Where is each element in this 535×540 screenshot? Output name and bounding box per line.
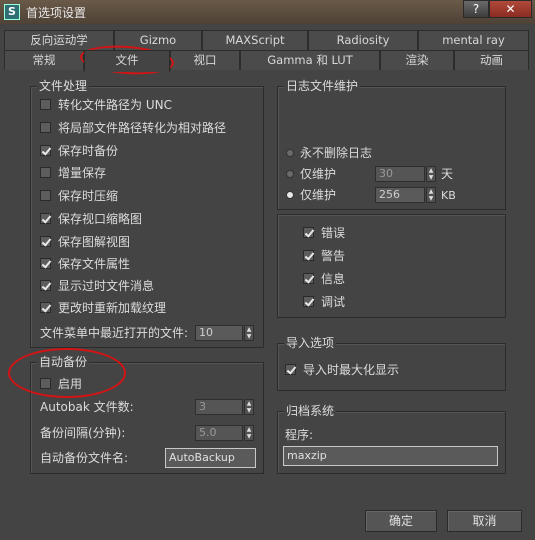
checkbox[interactable] bbox=[40, 99, 51, 110]
tab-radiosity[interactable]: Radiosity bbox=[308, 30, 418, 50]
spinner-arrows-icon[interactable]: ▲ ▼ bbox=[244, 325, 254, 341]
archive-program-label: 程序: bbox=[285, 428, 314, 442]
checkbox[interactable] bbox=[40, 213, 51, 224]
close-button[interactable]: ✕ bbox=[489, 0, 532, 18]
help-button[interactable]: ? bbox=[463, 0, 489, 18]
option-backup-on-save[interactable]: 保存时备份 bbox=[40, 144, 118, 158]
option-save-thumbnail[interactable]: 保存视口缩略图 bbox=[40, 212, 142, 226]
auto-backup-enable[interactable]: 启用 bbox=[40, 377, 82, 391]
checkbox[interactable] bbox=[40, 190, 51, 201]
checkbox[interactable] bbox=[40, 145, 51, 156]
recent-files-label: 文件菜单中最近打开的文件: bbox=[40, 326, 189, 340]
archive-program-field[interactable]: maxzip bbox=[283, 446, 498, 466]
auto-backup-title: 自动备份 bbox=[37, 355, 90, 369]
checkbox[interactable] bbox=[40, 236, 51, 247]
import-options-title: 导入选项 bbox=[284, 336, 337, 350]
log-keep-kb[interactable]: 仅维护 bbox=[286, 188, 336, 202]
import-maximize[interactable]: 导入时最大化显示 bbox=[285, 363, 399, 377]
recent-files-spinner[interactable]: 10 bbox=[195, 325, 243, 341]
option-reload-textures[interactable]: 更改时重新加载纹理 bbox=[40, 301, 166, 315]
backup-filename-label: 自动备份文件名: bbox=[40, 451, 129, 465]
log-type-info[interactable]: 信息 bbox=[303, 272, 345, 286]
checkbox[interactable] bbox=[40, 258, 51, 269]
log-type-warnings[interactable]: 警告 bbox=[303, 249, 345, 263]
checkbox[interactable] bbox=[40, 302, 51, 313]
option-increment-save[interactable]: 增量保存 bbox=[40, 166, 106, 180]
radio[interactable] bbox=[286, 170, 294, 178]
file-handling-title: 文件处理 bbox=[37, 79, 90, 93]
tab-mental-ray[interactable]: mental ray bbox=[418, 30, 529, 50]
log-days-spinner[interactable]: 30 bbox=[375, 166, 425, 182]
app-icon: S bbox=[4, 4, 20, 20]
backup-interval-label: 备份间隔(分钟): bbox=[40, 426, 126, 440]
log-kb-unit: KB bbox=[441, 189, 456, 202]
checkbox[interactable] bbox=[40, 280, 51, 291]
tab-rendering[interactable]: 渲染 bbox=[380, 50, 454, 70]
checkbox[interactable] bbox=[40, 167, 51, 178]
checkbox[interactable] bbox=[303, 273, 314, 284]
cancel-button[interactable]: 取消 bbox=[447, 510, 522, 532]
tab-ik[interactable]: 反向运动学 bbox=[4, 30, 114, 50]
checkbox[interactable] bbox=[303, 296, 314, 307]
option-relative-paths[interactable]: 将局部文件路径转化为相对路径 bbox=[40, 121, 226, 135]
checkbox[interactable] bbox=[303, 227, 314, 238]
checkbox[interactable] bbox=[40, 122, 51, 133]
backup-interval-spinner[interactable]: 5.0 bbox=[195, 425, 243, 441]
tab-gamma-lut[interactable]: Gamma 和 LUT bbox=[240, 50, 380, 70]
log-never-delete[interactable]: 永不删除日志 bbox=[286, 146, 372, 160]
archive-system-title: 归档系统 bbox=[284, 404, 337, 418]
option-compress-on-save[interactable]: 保存时压缩 bbox=[40, 189, 118, 203]
autobak-count-label: Autobak 文件数: bbox=[40, 400, 134, 414]
option-unc[interactable]: 转化文件路径为 UNC bbox=[40, 98, 172, 112]
log-maintenance-title: 日志文件维护 bbox=[284, 79, 361, 93]
spinner-arrows-icon[interactable]: ▲ ▼ bbox=[244, 399, 254, 415]
option-old-file-message[interactable]: 显示过时文件消息 bbox=[40, 279, 154, 293]
log-kb-spinner[interactable]: 256 bbox=[375, 187, 425, 203]
window-title: 首选项设置 bbox=[26, 6, 87, 20]
ok-button[interactable]: 确定 bbox=[365, 510, 437, 532]
log-type-errors[interactable]: 错误 bbox=[303, 226, 345, 240]
tab-files[interactable]: 文件 bbox=[84, 50, 170, 72]
checkbox[interactable] bbox=[40, 378, 51, 389]
log-type-debug[interactable]: 调试 bbox=[303, 295, 345, 309]
tab-general[interactable]: 常规 bbox=[4, 50, 84, 70]
checkbox[interactable] bbox=[285, 364, 296, 375]
option-save-file-properties[interactable]: 保存文件属性 bbox=[40, 257, 130, 271]
spinner-arrows-icon[interactable]: ▲ ▼ bbox=[426, 187, 436, 203]
tab-gizmo[interactable]: Gizmo bbox=[114, 30, 202, 50]
checkbox[interactable] bbox=[303, 250, 314, 261]
backup-filename-field[interactable]: AutoBackup bbox=[165, 448, 256, 468]
radio[interactable] bbox=[286, 149, 294, 157]
spinner-arrows-icon[interactable]: ▲ ▼ bbox=[244, 425, 254, 441]
radio[interactable] bbox=[286, 191, 294, 199]
option-save-schematic[interactable]: 保存图解视图 bbox=[40, 235, 130, 249]
spinner-arrows-icon[interactable]: ▲ ▼ bbox=[426, 166, 436, 182]
title-bar: S 首选项设置 ? ✕ bbox=[0, 0, 535, 24]
log-keep-days[interactable]: 仅维护 bbox=[286, 167, 336, 181]
tab-viewports[interactable]: 视口 bbox=[170, 50, 240, 70]
log-days-unit: 天 bbox=[441, 167, 454, 181]
tab-maxscript[interactable]: MAXScript bbox=[202, 30, 308, 50]
tab-animation[interactable]: 动画 bbox=[454, 50, 529, 70]
autobak-count-spinner[interactable]: 3 bbox=[195, 399, 243, 415]
